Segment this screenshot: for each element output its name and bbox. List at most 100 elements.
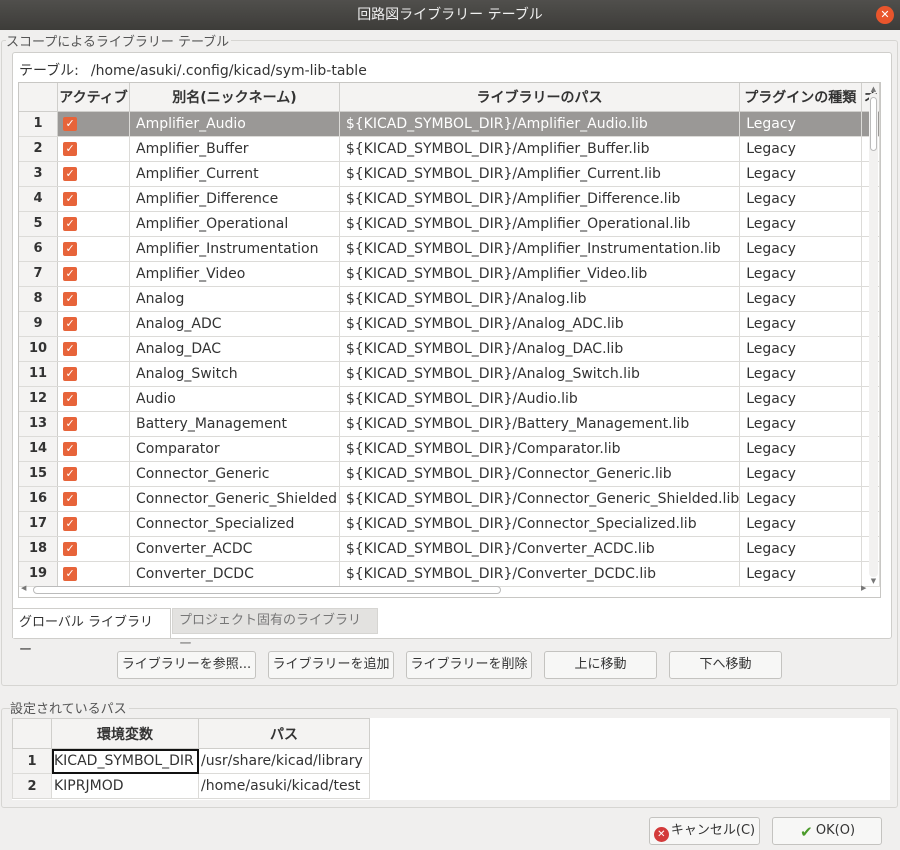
active-checkbox[interactable]: ✓ — [63, 116, 78, 131]
plugin-type-cell[interactable]: Legacy — [739, 386, 862, 412]
library-path-cell[interactable]: ${KICAD_SYMBOL_DIR}/Amplifier_Difference… — [339, 186, 741, 212]
plugin-type-cell[interactable]: Legacy — [739, 336, 862, 362]
nickname-cell[interactable]: Comparator — [129, 436, 340, 462]
active-checkbox[interactable]: ✓ — [63, 391, 78, 406]
nickname-cell[interactable]: Analog_ADC — [129, 311, 340, 337]
browse-library-button[interactable]: ライブラリーを参照... — [117, 651, 256, 679]
library-row[interactable]: 1 ✓ Amplifier_Audio ${KICAD_SYMBOL_DIR}/Amp… — [19, 111, 880, 137]
active-cell[interactable]: ✓ — [57, 461, 130, 487]
active-checkbox[interactable]: ✓ — [63, 366, 78, 381]
row-number[interactable]: 12 — [19, 386, 59, 412]
column-header-active[interactable]: アクティブ — [57, 83, 130, 112]
library-grid[interactable]: アクティブ 別名(ニックネーム) ライブラリーのパス プラグインの種類 オ 1✓… — [18, 82, 881, 598]
row-number[interactable]: 10 — [19, 336, 59, 362]
row-number[interactable]: 14 — [19, 436, 59, 462]
active-cell[interactable]: ✓ — [57, 186, 130, 212]
plugin-type-cell[interactable]: Legacy — [739, 461, 862, 487]
scroll-right-icon[interactable]: ▶ — [861, 584, 866, 592]
env-row[interactable]: 1 KICAD_SYMBOL_DIR/usr/share/kicad/librar… — [12, 748, 370, 774]
library-path-cell[interactable]: ${KICAD_SYMBOL_DIR}/Amplifier_Video.lib — [339, 261, 741, 287]
active-checkbox[interactable]: ✓ — [63, 341, 78, 356]
library-path-cell[interactable]: ${KICAD_SYMBOL_DIR}/Converter_DCDC.lib — [339, 561, 741, 587]
row-number[interactable]: 1 — [19, 111, 59, 137]
nickname-cell[interactable]: Amplifier_Difference — [129, 186, 340, 212]
active-cell[interactable]: ✓ — [57, 336, 130, 362]
library-path-cell[interactable]: ${KICAD_SYMBOL_DIR}/Audio.lib — [339, 386, 741, 412]
nickname-cell[interactable]: Amplifier_Operational — [129, 211, 340, 237]
library-row[interactable]: 7 ✓ Amplifier_Video ${KICAD_SYMBOL_DIR}/Amp… — [19, 261, 880, 287]
row-number[interactable]: 11 — [19, 361, 59, 387]
active-cell[interactable]: ✓ — [57, 486, 130, 512]
library-row[interactable]: 12 ✓ Audio ${KICAD_SYMBOL_DIR}/Audio.lib Leg… — [19, 386, 880, 412]
library-row[interactable]: 15 ✓ Connector_Generic ${KICAD_SYMBOL_DIR}/… — [19, 461, 880, 487]
library-path-cell[interactable]: ${KICAD_SYMBOL_DIR}/Analog_Switch.lib — [339, 361, 741, 387]
library-row[interactable]: 4 ✓ Amplifier_Difference ${KICAD_SYMBOL_DIR… — [19, 186, 880, 212]
library-path-cell[interactable]: ${KICAD_SYMBOL_DIR}/Amplifier_Operationa… — [339, 211, 741, 237]
nickname-cell[interactable]: Amplifier_Video — [129, 261, 340, 287]
row-number[interactable]: 19 — [19, 561, 59, 587]
active-checkbox[interactable]: ✓ — [63, 166, 78, 181]
ok-button[interactable]: ✔ OK(O) — [772, 817, 882, 845]
env-row-number[interactable]: 1 — [12, 748, 52, 774]
row-number[interactable]: 9 — [19, 311, 59, 337]
nickname-cell[interactable]: Amplifier_Instrumentation — [129, 236, 340, 262]
plugin-type-cell[interactable]: Legacy — [739, 361, 862, 387]
active-checkbox[interactable]: ✓ — [63, 541, 78, 556]
active-checkbox[interactable]: ✓ — [63, 291, 78, 306]
nickname-cell[interactable]: Amplifier_Audio — [129, 111, 340, 137]
library-path-cell[interactable]: ${KICAD_SYMBOL_DIR}/Battery_Management.l… — [339, 411, 741, 437]
library-path-cell[interactable]: ${KICAD_SYMBOL_DIR}/Analog_DAC.lib — [339, 336, 741, 362]
library-path-cell[interactable]: ${KICAD_SYMBOL_DIR}/Amplifier_Buffer.lib — [339, 136, 741, 162]
library-path-cell[interactable]: ${KICAD_SYMBOL_DIR}/Amplifier_Instrument… — [339, 236, 741, 262]
active-checkbox[interactable]: ✓ — [63, 241, 78, 256]
nickname-cell[interactable]: Audio — [129, 386, 340, 412]
library-path-cell[interactable]: ${KICAD_SYMBOL_DIR}/Comparator.lib — [339, 436, 741, 462]
env-column-header-variable[interactable]: 環境変数 — [51, 718, 199, 749]
row-number[interactable]: 13 — [19, 411, 59, 437]
nickname-cell[interactable]: Analog_Switch — [129, 361, 340, 387]
library-row[interactable]: 18 ✓ Converter_ACDC ${KICAD_SYMBOL_DIR}/Con… — [19, 536, 880, 562]
library-path-cell[interactable]: ${KICAD_SYMBOL_DIR}/Converter_ACDC.lib — [339, 536, 741, 562]
env-paths-grid[interactable]: 環境変数 パス 1 KICAD_SYMBOL_DIR/usr/share/kica… — [12, 718, 890, 800]
remove-library-button[interactable]: ライブラリーを削除 — [406, 651, 532, 679]
vertical-scroll-track[interactable] — [869, 93, 878, 577]
active-checkbox[interactable]: ✓ — [63, 491, 78, 506]
active-cell[interactable]: ✓ — [57, 511, 130, 537]
active-cell[interactable]: ✓ — [57, 111, 130, 137]
library-row[interactable]: 5 ✓ Amplifier_Operational ${KICAD_SYMBOL_DI… — [19, 211, 880, 237]
nickname-cell[interactable]: Amplifier_Buffer — [129, 136, 340, 162]
active-checkbox[interactable]: ✓ — [63, 566, 78, 581]
active-cell[interactable]: ✓ — [57, 211, 130, 237]
nickname-cell[interactable]: Analog — [129, 286, 340, 312]
plugin-type-cell[interactable]: Legacy — [739, 286, 862, 312]
active-cell[interactable]: ✓ — [57, 311, 130, 337]
horizontal-scroll-thumb[interactable] — [33, 586, 501, 594]
plugin-type-cell[interactable]: Legacy — [739, 236, 862, 262]
plugin-type-cell[interactable]: Legacy — [739, 511, 862, 537]
plugin-type-cell[interactable]: Legacy — [739, 536, 862, 562]
column-header-plugin[interactable]: プラグインの種類 — [739, 83, 862, 112]
horizontal-scrollbar[interactable]: ◀ ▶ — [21, 584, 871, 595]
column-header-path[interactable]: ライブラリーのパス — [339, 83, 741, 112]
row-number[interactable]: 5 — [19, 211, 59, 237]
active-cell[interactable]: ✓ — [57, 536, 130, 562]
env-column-header-path[interactable]: パス — [198, 718, 370, 749]
library-path-cell[interactable]: ${KICAD_SYMBOL_DIR}/Connector_Generic.li… — [339, 461, 741, 487]
env-row[interactable]: 2 KIPRJMOD/home/asuki/kicad/test — [12, 773, 370, 799]
library-row[interactable]: 2 ✓ Amplifier_Buffer ${KICAD_SYMBOL_DIR}/Am… — [19, 136, 880, 162]
active-cell[interactable]: ✓ — [57, 561, 130, 587]
active-checkbox[interactable]: ✓ — [63, 266, 78, 281]
library-row[interactable]: 10 ✓ Analog_DAC ${KICAD_SYMBOL_DIR}/Analog_… — [19, 336, 880, 362]
nickname-cell[interactable]: Connector_Specialized — [129, 511, 340, 537]
row-number[interactable]: 8 — [19, 286, 59, 312]
active-cell[interactable]: ✓ — [57, 386, 130, 412]
nickname-cell[interactable]: Connector_Generic_Shielded — [129, 486, 340, 512]
plugin-type-cell[interactable]: Legacy — [739, 311, 862, 337]
scroll-left-icon[interactable]: ◀ — [21, 584, 26, 592]
plugin-type-cell[interactable]: Legacy — [739, 211, 862, 237]
tab-global-libraries[interactable]: グローバル ライブラリー — [12, 608, 171, 658]
library-row[interactable]: 8 ✓ Analog ${KICAD_SYMBOL_DIR}/Analog.lib Le… — [19, 286, 880, 312]
plugin-type-cell[interactable]: Legacy — [739, 411, 862, 437]
plugin-type-cell[interactable]: Legacy — [739, 136, 862, 162]
cancel-button[interactable]: ✕ キャンセル(C) — [649, 817, 760, 845]
